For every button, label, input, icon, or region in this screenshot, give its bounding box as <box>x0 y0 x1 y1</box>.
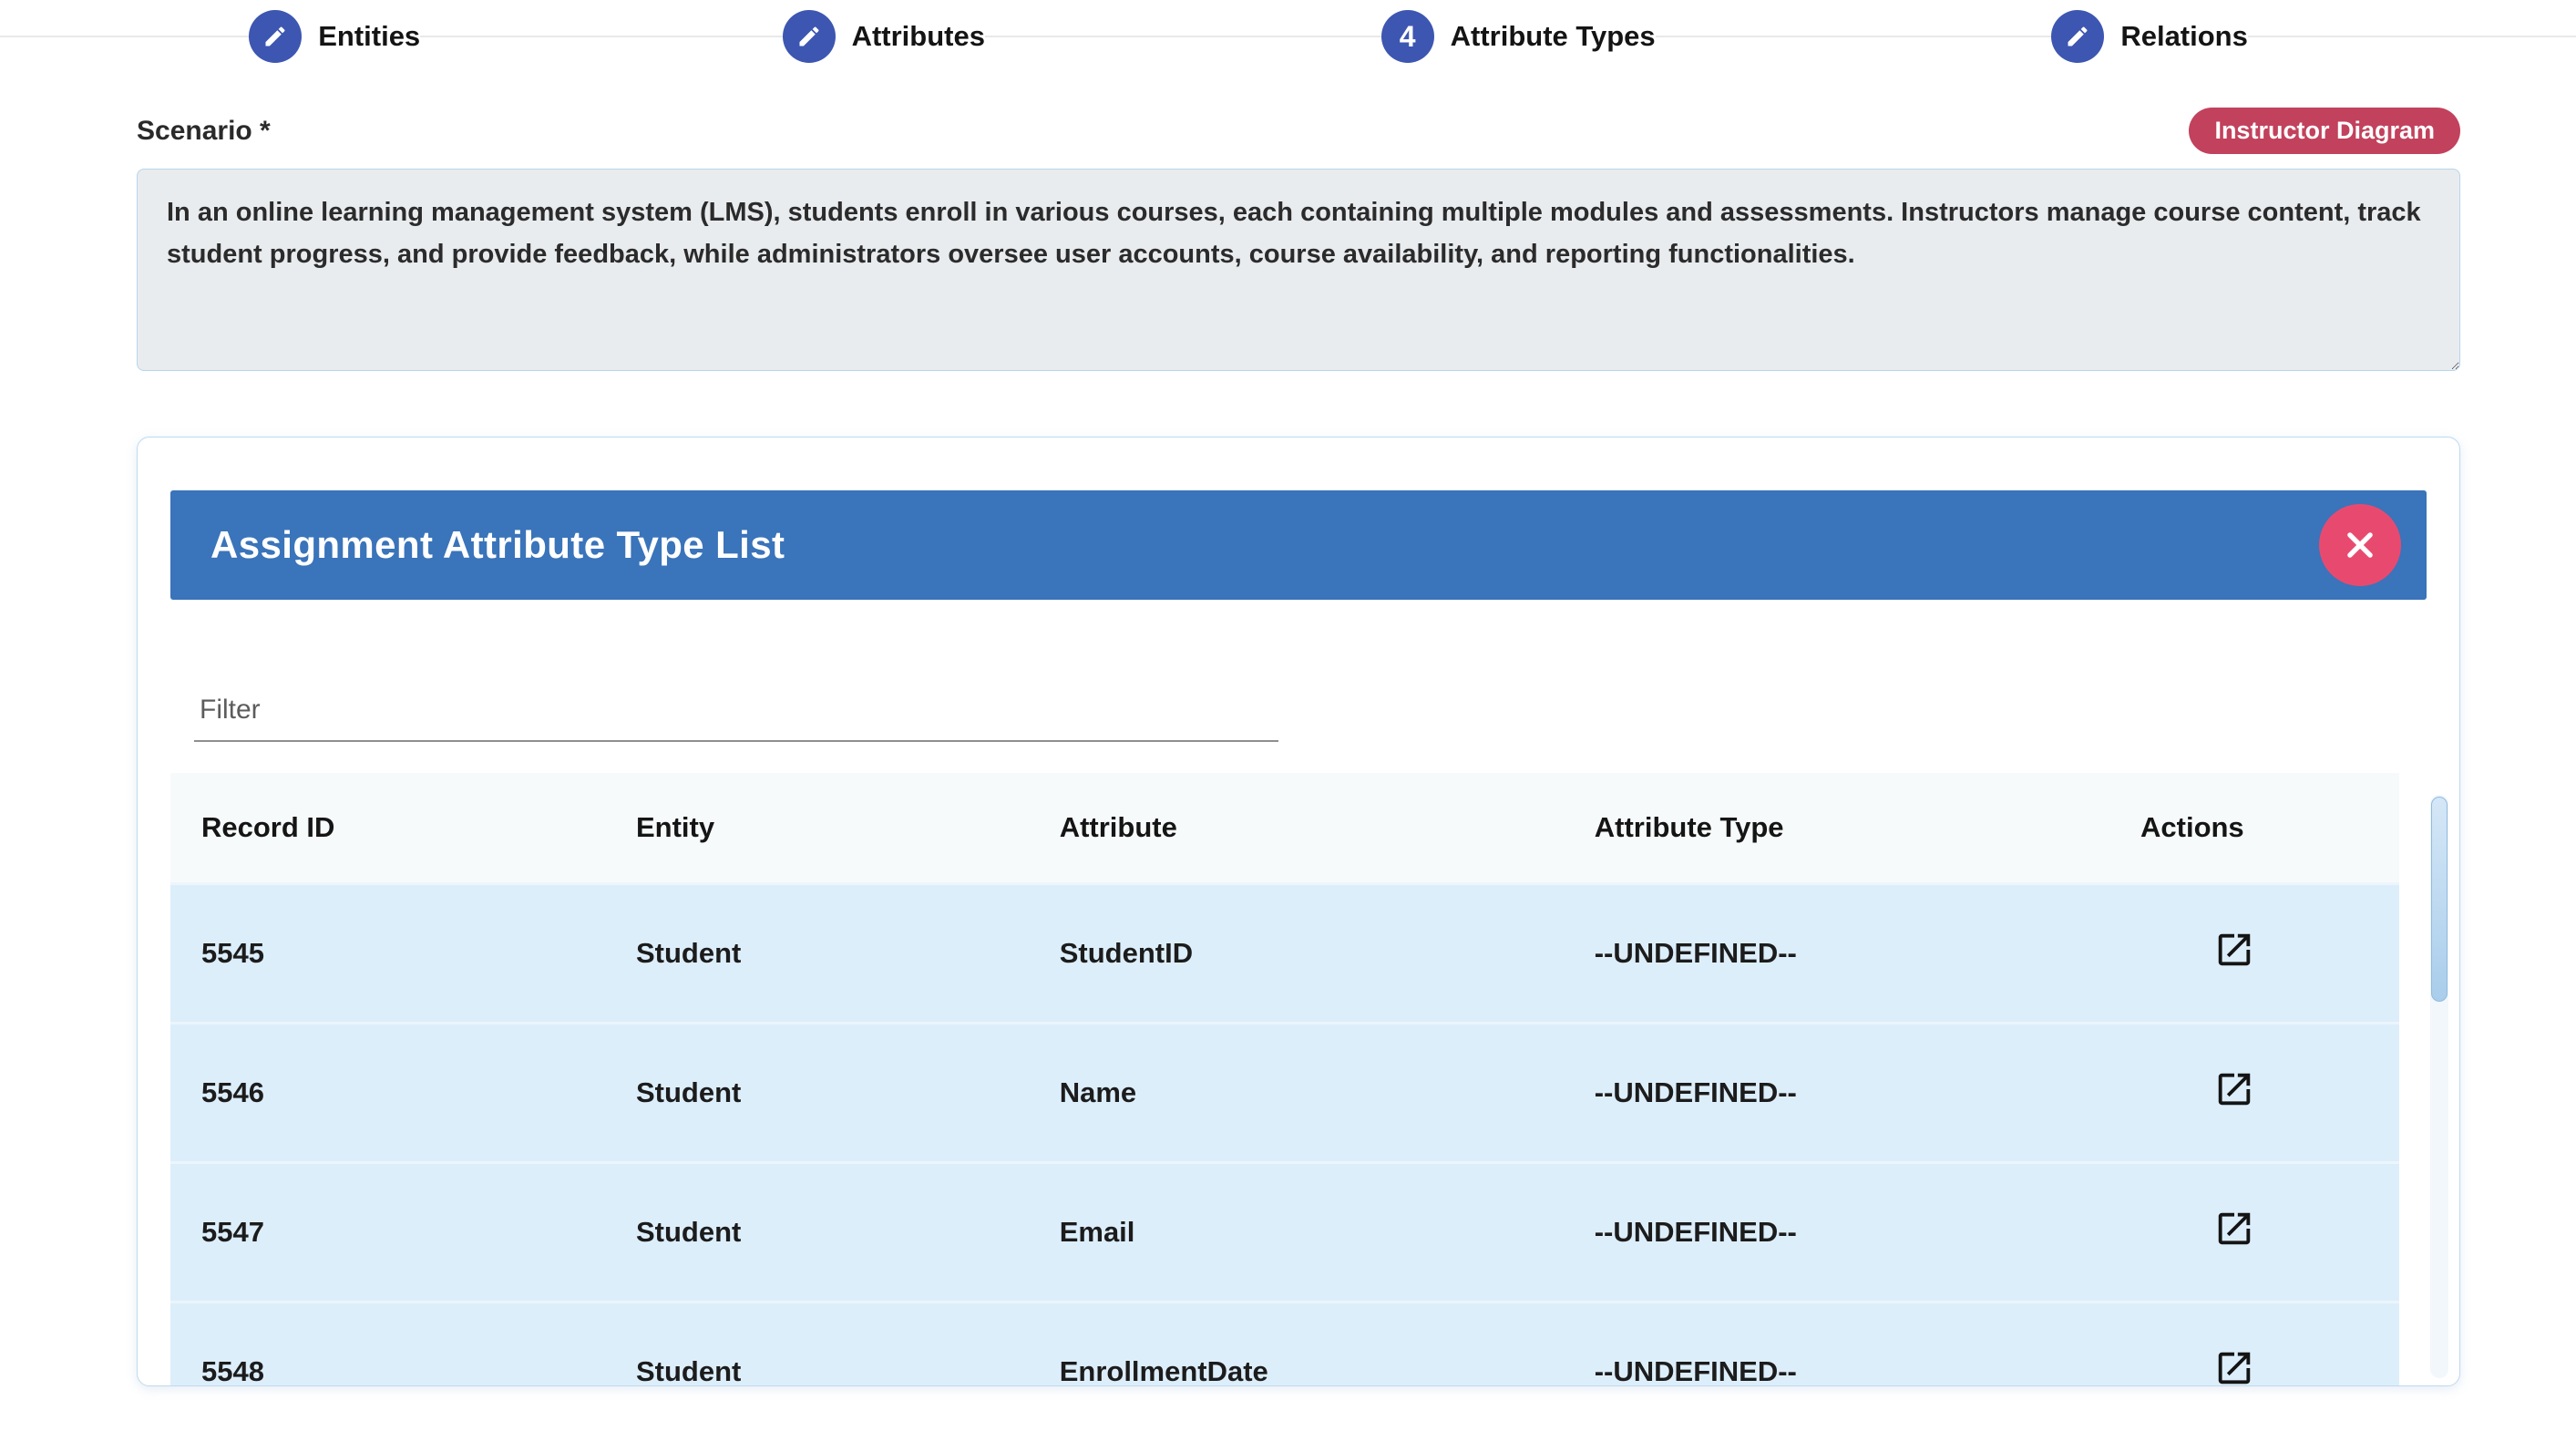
stepper-connector <box>1656 36 2052 37</box>
entity-cell: Student <box>605 1024 1029 1163</box>
content: Scenario * Instructor Diagram In an onli… <box>137 108 2460 1386</box>
step-entities[interactable]: Entities <box>249 10 420 63</box>
open-record-button[interactable] <box>2213 1068 2255 1110</box>
column-header: Actions <box>2109 773 2399 884</box>
step-label: Entities <box>318 20 420 53</box>
actions-cell <box>2109 1024 2399 1163</box>
table-row: 5546 Student Name --UNDEFINED-- <box>170 1024 2399 1163</box>
attribute-cell: Email <box>1029 1163 1564 1302</box>
stepper-connector <box>2248 36 2576 37</box>
attribute-cell: Name <box>1029 1024 1564 1163</box>
stepper-connector <box>985 36 1381 37</box>
page: Entities Attributes 4 Attribute Types Re… <box>0 0 2576 1431</box>
column-header: Entity <box>605 773 1029 884</box>
step-relations[interactable]: Relations <box>2051 10 2248 63</box>
step-attributes[interactable]: Attributes <box>783 10 985 63</box>
open-in-new-icon <box>2213 1068 2255 1110</box>
table-scrollbar[interactable] <box>2430 795 2448 1378</box>
attribute-cell: StudentID <box>1029 884 1564 1024</box>
attribute-type-cell: --UNDEFINED-- <box>1564 1163 2109 1302</box>
entity-cell: Student <box>605 884 1029 1024</box>
close-icon <box>2343 528 2377 562</box>
attribute-type-cell: --UNDEFINED-- <box>1564 884 2109 1024</box>
instructor-diagram-badge: Instructor Diagram <box>2189 108 2460 154</box>
actions-cell <box>2109 884 2399 1024</box>
attribute-type-cell: --UNDEFINED-- <box>1564 1024 2109 1163</box>
step-label: Relations <box>2120 20 2248 53</box>
record-id-cell: 5547 <box>170 1163 605 1302</box>
panel-header: Assignment Attribute Type List <box>170 490 2427 600</box>
entity-cell: Student <box>605 1163 1029 1302</box>
open-in-new-icon <box>2213 1347 2255 1386</box>
open-in-new-icon <box>2213 929 2255 971</box>
attribute-type-table: Record ID Entity Attribute Attribute Typ… <box>170 773 2399 1386</box>
column-header: Attribute Type <box>1564 773 2109 884</box>
step-label: Attributes <box>852 20 985 53</box>
pencil-icon <box>2065 24 2090 49</box>
open-record-button[interactable] <box>2213 1347 2255 1386</box>
open-in-new-icon <box>2213 1208 2255 1250</box>
scrollbar-thumb[interactable] <box>2431 797 2448 1002</box>
step-label: Attribute Types <box>1451 20 1656 53</box>
record-id-cell: 5545 <box>170 884 605 1024</box>
table-row: 5548 Student EnrollmentDate --UNDEFINED-… <box>170 1302 2399 1387</box>
scenario-header: Scenario * Instructor Diagram <box>137 108 2460 154</box>
close-button[interactable] <box>2319 504 2401 586</box>
filter-input[interactable] <box>194 687 1278 742</box>
table-header-row: Record ID Entity Attribute Attribute Typ… <box>170 773 2399 884</box>
table-row: 5547 Student Email --UNDEFINED-- <box>170 1163 2399 1302</box>
column-header: Record ID <box>170 773 605 884</box>
stepper-connector <box>0 36 249 37</box>
actions-cell <box>2109 1302 2399 1387</box>
table-row: 5545 Student StudentID --UNDEFINED-- <box>170 884 2399 1024</box>
attribute-type-panel: Assignment Attribute Type List Record ID <box>137 437 2460 1386</box>
record-id-cell: 5546 <box>170 1024 605 1163</box>
entity-cell: Student <box>605 1302 1029 1387</box>
step-circle <box>2051 10 2104 63</box>
step-attribute-types[interactable]: 4 Attribute Types <box>1381 10 1656 63</box>
attribute-type-cell: --UNDEFINED-- <box>1564 1302 2109 1387</box>
attribute-cell: EnrollmentDate <box>1029 1302 1564 1387</box>
record-id-cell: 5548 <box>170 1302 605 1387</box>
scenario-textarea[interactable]: In an online learning management system … <box>137 169 2460 371</box>
step-number: 4 <box>1400 20 1416 54</box>
open-record-button[interactable] <box>2213 929 2255 971</box>
column-header: Attribute <box>1029 773 1564 884</box>
filter-wrap <box>194 687 2427 742</box>
step-circle: 4 <box>1381 10 1434 63</box>
step-circle <box>783 10 836 63</box>
stepper: Entities Attributes 4 Attribute Types Re… <box>0 7 2576 66</box>
actions-cell <box>2109 1163 2399 1302</box>
pencil-icon <box>262 24 288 49</box>
open-record-button[interactable] <box>2213 1208 2255 1250</box>
step-circle <box>249 10 302 63</box>
stepper-connector <box>420 36 782 37</box>
scenario-label: Scenario * <box>137 116 271 147</box>
pencil-icon <box>796 24 822 49</box>
panel-title: Assignment Attribute Type List <box>210 523 2319 567</box>
